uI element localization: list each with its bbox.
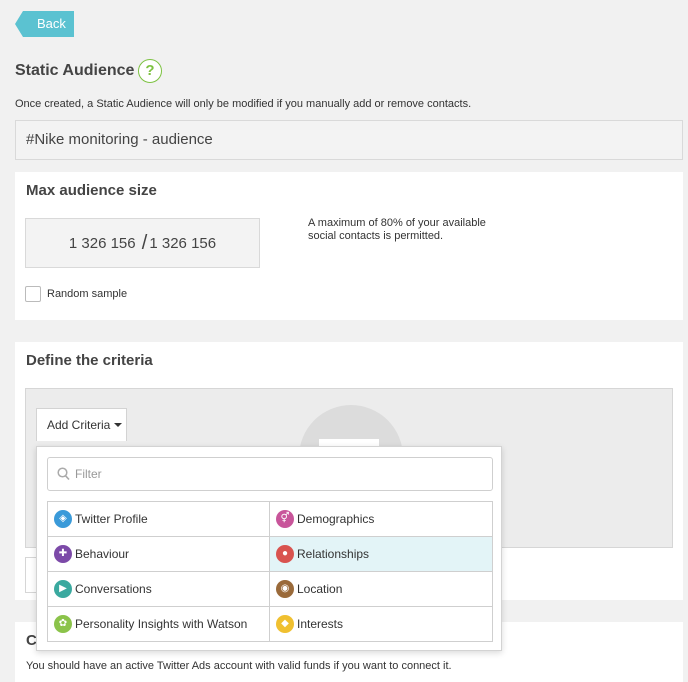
- question-icon[interactable]: ?: [138, 59, 162, 83]
- gender-icon: ⚥: [276, 510, 294, 528]
- caret-down-icon: [114, 423, 123, 427]
- count-separator: /: [141, 232, 148, 254]
- puzzle-icon: ✚: [54, 545, 72, 563]
- audience-count-box: 1 326 156 /1 326 156: [25, 218, 260, 268]
- option-label: Demographics: [297, 512, 375, 526]
- audience-current-count: 1 326 156: [68, 235, 136, 252]
- criteria-title: Define the criteria: [26, 352, 153, 369]
- back-button[interactable]: Back: [15, 11, 74, 37]
- option-label: Interests: [297, 617, 344, 631]
- option-label: Twitter Profile: [75, 512, 148, 526]
- criteria-option-behaviour[interactable]: ✚ Behaviour: [48, 537, 270, 572]
- criteria-option-personality-insights[interactable]: ✿ Personality Insights with Watson: [48, 607, 270, 642]
- option-label: Behaviour: [75, 547, 130, 561]
- page-title: Static Audience: [15, 62, 135, 79]
- audience-total-count: 1 326 156: [149, 235, 217, 252]
- criteria-option-location[interactable]: ◉ Location: [270, 572, 492, 607]
- audience-name-input[interactable]: #Nike monitoring - audience: [15, 120, 683, 160]
- random-sample-checkbox[interactable]: [25, 286, 41, 302]
- page-description: Once created, a Static Audience will onl…: [15, 98, 472, 110]
- twitter-icon: ◈: [54, 510, 72, 528]
- search-icon: [57, 467, 70, 481]
- filter-placeholder: Filter: [75, 467, 102, 481]
- add-criteria-button[interactable]: Add Criteria: [36, 408, 127, 441]
- option-label: Personality Insights with Watson: [75, 617, 248, 631]
- connect-description: You should have an active Twitter Ads ac…: [26, 660, 452, 672]
- criteria-option-demographics[interactable]: ⚥ Demographics: [270, 502, 492, 537]
- megaphone-icon: ▶: [54, 580, 72, 598]
- option-label: Location: [297, 582, 343, 596]
- max-size-title: Max audience size: [26, 182, 157, 199]
- option-label: Relationships: [297, 547, 370, 561]
- criteria-option-relationships[interactable]: ● Relationships: [270, 537, 492, 572]
- people-icon: ●: [276, 545, 294, 563]
- criteria-option-twitter-profile[interactable]: ◈ Twitter Profile: [48, 502, 270, 537]
- option-label: Conversations: [75, 582, 152, 596]
- max-size-panel: Max audience size 1 326 156 /1 326 156 A…: [15, 172, 683, 320]
- add-criteria-label: Add Criteria: [47, 418, 111, 432]
- filter-input[interactable]: Filter: [47, 457, 493, 491]
- criteria-option-conversations[interactable]: ▶ Conversations: [48, 572, 270, 607]
- map-pin-icon: ◉: [276, 580, 294, 598]
- criteria-options-grid: ◈ Twitter Profile ⚥ Demographics ✚ Behav…: [47, 501, 493, 642]
- criteria-option-interests[interactable]: ◆ Interests: [270, 607, 492, 642]
- random-sample-label: Random sample: [47, 288, 128, 300]
- watson-icon: ✿: [54, 615, 72, 633]
- diamond-icon: ◆: [276, 615, 294, 633]
- criteria-dropdown: Filter ◈ Twitter Profile ⚥ Demographics …: [36, 446, 502, 651]
- max-size-note: A maximum of 80% of your available socia…: [308, 217, 486, 242]
